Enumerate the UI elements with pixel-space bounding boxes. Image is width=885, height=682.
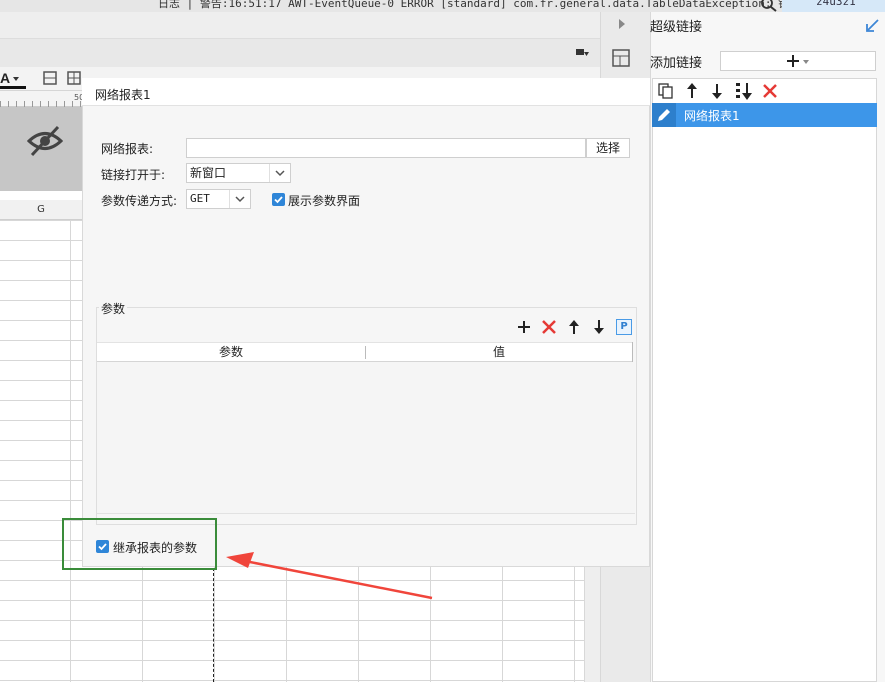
table-edge [632,342,633,362]
log-message: 日志 | 警告:16:51:17 AWT-EventQueue-0 ERROR … [158,0,810,10]
report-label: 网络报表: [101,142,154,156]
panel-title: 超级链接 [650,20,703,35]
add-link-label: 添加链接 [650,56,703,71]
show-params-checkbox[interactable] [272,193,285,206]
param-p-icon[interactable]: P [616,319,632,335]
param-down-icon[interactable] [592,319,606,335]
params-table-body[interactable] [97,362,635,514]
add-param-icon[interactable] [517,320,531,334]
param-method-value: GET [190,192,210,205]
checkmark-icon [274,196,283,204]
column-header-g[interactable]: G [0,200,82,220]
expand-arrow-icon[interactable] [617,18,627,30]
chevron-down-icon [269,164,290,182]
show-params-label: 展示参数界面 [288,194,361,208]
params-table-header: 参数 值 [97,342,632,362]
pencil-icon [658,109,670,121]
open-in-label: 链接打开于: [101,168,166,182]
delete-param-icon[interactable] [542,320,556,334]
column-param[interactable]: 参数 [97,343,365,362]
ruler: 50 [0,91,84,107]
log-bar: 日志 | 警告:16:51:17 AWT-EventQueue-0 ERROR … [0,0,885,12]
editor-tab-bar [0,39,600,67]
svg-text:A: A [0,70,10,86]
cell-element-icon[interactable] [611,48,631,68]
select-report-button[interactable]: 选择 [586,138,630,158]
user-badge: z4u3z1 [782,0,885,12]
dialog-title: 网络报表1 [95,88,151,102]
copy-icon[interactable] [657,82,675,100]
move-up-icon[interactable] [684,82,700,100]
param-up-icon[interactable] [567,319,581,335]
link-edit-handle[interactable] [652,103,676,127]
column-value[interactable]: 值 [366,343,632,362]
plus-dropdown-icon [787,55,809,67]
eye-hidden-icon [27,125,63,157]
open-in-select[interactable]: 新窗口 [186,163,291,183]
annotation-arrow-icon [226,552,433,600]
link-item-label: 网络报表1 [684,109,740,123]
add-link-button[interactable] [720,51,876,71]
param-method-label: 参数传递方式: [101,194,178,208]
open-in-value: 新窗口 [190,166,227,180]
params-section-title: 参数 [99,300,128,317]
param-method-select[interactable]: GET [186,189,251,209]
dialog-header [82,78,650,106]
page-break-line [213,568,214,682]
search-icon[interactable] [760,0,778,12]
link-list [652,78,877,682]
collapse-icon[interactable] [864,18,880,34]
font-color-icon[interactable]: A [0,69,90,89]
report-path-input[interactable] [186,138,586,158]
move-down-icon[interactable] [709,82,725,100]
user-name: z4u3z1 [816,0,856,8]
sort-icon[interactable] [734,81,754,101]
hidden-preview-area [0,107,82,191]
delete-icon[interactable] [762,83,778,99]
highlight-box [62,518,217,570]
chevron-down-icon [229,190,250,208]
tab-menu-icon[interactable] [576,47,590,59]
editor-tab-strip [0,12,600,39]
